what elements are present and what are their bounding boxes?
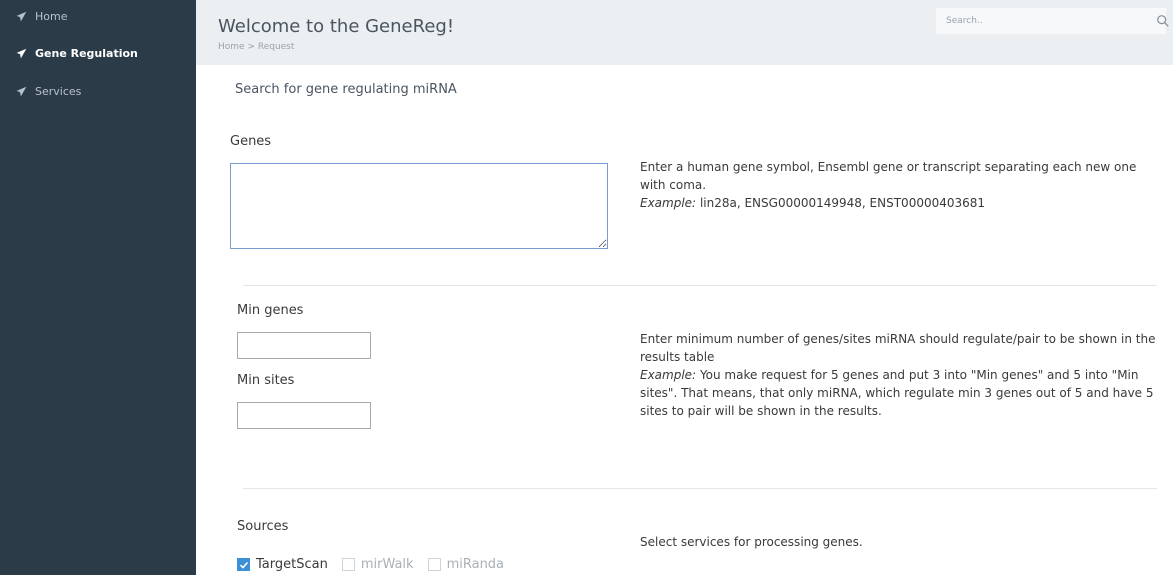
sidebar-item-home[interactable]: Home — [16, 10, 67, 23]
min-hint-text: Enter minimum number of genes/sites miRN… — [640, 332, 1156, 364]
breadcrumb[interactable]: Home > Request — [218, 42, 294, 52]
genes-example-label: Example: — [640, 196, 697, 210]
genes-hint-text: Enter a human gene symbol, Ensembl gene … — [640, 160, 1137, 192]
plane-icon — [16, 48, 27, 59]
min-sites-input[interactable] — [237, 402, 371, 429]
plane-icon — [16, 86, 27, 97]
sidebar-item-label: Gene Regulation — [35, 47, 138, 60]
sidebar-item-services[interactable]: Services — [16, 85, 81, 98]
genes-hint: Enter a human gene symbol, Ensembl gene … — [640, 158, 1160, 212]
sidebar: Home Gene Regulation Services — [0, 0, 196, 575]
min-hint: Enter minimum number of genes/sites miRN… — [640, 330, 1160, 420]
sidebar-item-label: Home — [35, 10, 68, 23]
targetscan-checkbox[interactable] — [237, 558, 250, 571]
sources-hint: Select services for processing genes. — [640, 535, 863, 549]
min-genes-input[interactable] — [237, 332, 371, 359]
min-sites-label: Min sites — [237, 373, 295, 388]
search-box — [936, 8, 1169, 34]
mirwalk-checkbox[interactable] — [341, 558, 355, 571]
search-input[interactable] — [946, 8, 1126, 34]
sources-options: TargetScan mirWalk miRanda — [237, 557, 512, 572]
min-example-label: Example: — [640, 368, 697, 382]
page-title: Welcome to the GeneReg! — [218, 16, 455, 37]
checkmark-icon — [239, 561, 248, 569]
plane-icon — [16, 11, 27, 22]
request-form-panel: Search for gene regulating miRNA Genes E… — [217, 66, 1173, 575]
divider — [243, 488, 1157, 489]
min-example-text: You make request for 5 genes and put 3 i… — [640, 368, 1154, 418]
divider — [243, 285, 1157, 286]
min-genes-label: Min genes — [237, 303, 304, 318]
mirwalk-label[interactable]: mirWalk — [361, 557, 414, 572]
search-icon[interactable] — [1156, 14, 1170, 28]
sidebar-item-label: Services — [35, 85, 82, 98]
form-title: Search for gene regulating miRNA — [235, 82, 457, 97]
sidebar-item-gene-regulation[interactable]: Gene Regulation — [16, 47, 138, 60]
page-header: Welcome to the GeneReg! Home > Request — [196, 0, 1173, 65]
miranda-checkbox[interactable] — [427, 558, 441, 571]
genes-example-text: lin28a, ENSG00000149948, ENST00000403681 — [699, 196, 986, 210]
miranda-label[interactable]: miRanda — [447, 557, 504, 572]
sources-label: Sources — [237, 519, 289, 534]
genes-textarea[interactable] — [230, 163, 608, 249]
genes-label: Genes — [230, 134, 272, 149]
targetscan-label[interactable]: TargetScan — [256, 557, 328, 572]
